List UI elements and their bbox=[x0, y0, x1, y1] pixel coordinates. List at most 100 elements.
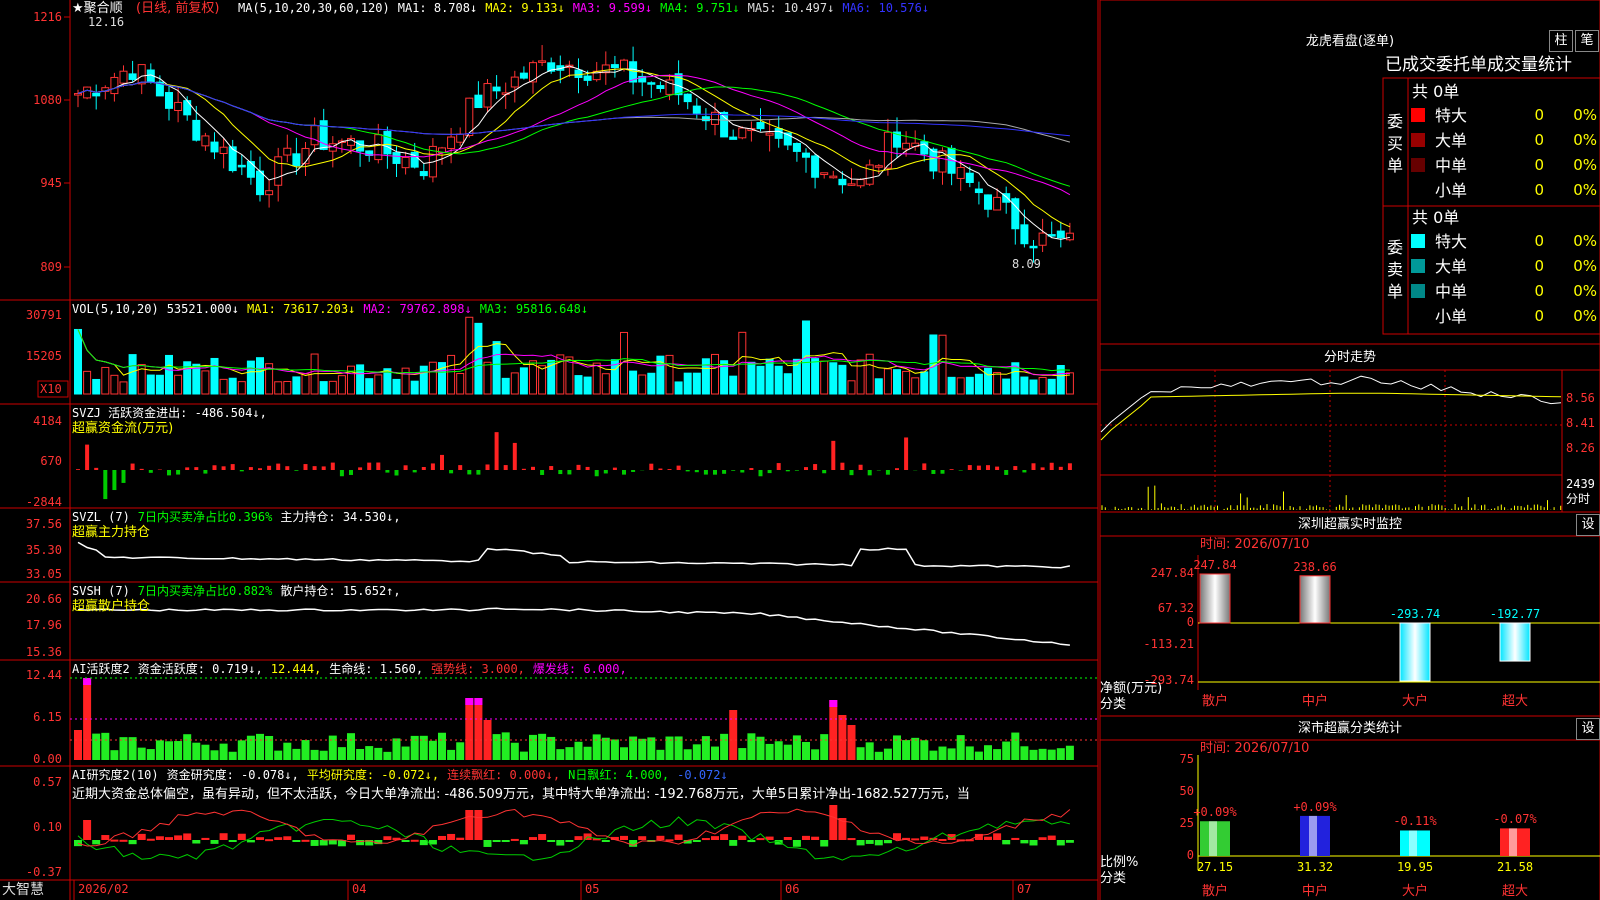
ai-activity-bar bbox=[474, 698, 483, 760]
sell-total: 共 0单 bbox=[1412, 208, 1460, 227]
sh-stats-category: 大户 bbox=[1401, 884, 1429, 899]
sell-row-count: 0 bbox=[1534, 232, 1544, 250]
ai-activity-bar bbox=[174, 741, 183, 760]
svzj-bar bbox=[485, 464, 490, 470]
svzj-bar bbox=[312, 466, 317, 470]
ai-research-bar bbox=[237, 833, 246, 840]
tick-mode-button[interactable]: 笔 bbox=[1575, 30, 1599, 52]
volume-bar bbox=[146, 374, 155, 395]
ai-activity-bar bbox=[1020, 746, 1029, 760]
candle-body bbox=[1020, 224, 1029, 245]
ai-research-bar bbox=[783, 836, 792, 840]
svzj-bar bbox=[713, 470, 717, 475]
svzj-bar bbox=[895, 468, 899, 470]
ai-activity-bar bbox=[720, 733, 729, 760]
volume-bar bbox=[347, 365, 355, 395]
date-axis-label: 07 bbox=[1017, 882, 1032, 896]
ai-activity-bar bbox=[792, 735, 801, 760]
sz-monitor-title: 深圳超赢实时监控 bbox=[1297, 517, 1403, 532]
ai-research-bar bbox=[883, 840, 892, 844]
ai-explode-marker bbox=[829, 700, 838, 707]
ai-activity-bar bbox=[711, 746, 719, 760]
svzj-bar bbox=[676, 465, 681, 470]
ai-activity-bar bbox=[865, 742, 874, 760]
ai-activity-bar bbox=[101, 732, 110, 760]
candle-body bbox=[319, 120, 328, 150]
volume-bar bbox=[674, 381, 683, 395]
svzj-bar bbox=[694, 470, 699, 473]
ai-activity-bar bbox=[347, 733, 355, 760]
svzj-bar bbox=[1031, 463, 1036, 470]
sh-stats-axis-label: 50 bbox=[1179, 784, 1194, 798]
svzj-bar bbox=[940, 470, 945, 474]
candle-body bbox=[456, 133, 465, 143]
candle-body bbox=[1038, 232, 1047, 246]
sell-row-pct: 0% bbox=[1573, 257, 1597, 275]
chart-canvas[interactable] bbox=[0, 0, 1600, 900]
candle-body bbox=[274, 156, 283, 186]
sz-monitor-category: 散户 bbox=[1201, 694, 1229, 709]
ma3-line bbox=[77, 74, 1071, 196]
volume-bar bbox=[419, 365, 428, 395]
svsh-legend-2: 散户持仓: 15.652↑, bbox=[280, 584, 401, 598]
volume-bar bbox=[319, 381, 328, 395]
sh-stats-settings-button[interactable]: 设 bbox=[1576, 718, 1600, 740]
candle-body bbox=[965, 172, 974, 183]
sz-monitor-bar bbox=[1499, 622, 1531, 662]
sh-stats-ylabel: 比例% bbox=[1100, 855, 1139, 870]
candle-body bbox=[956, 167, 965, 179]
ai-research-bar bbox=[820, 840, 829, 847]
ai-activity-bar bbox=[292, 748, 301, 760]
ai-activity-bar bbox=[319, 750, 328, 760]
buy-row-count: 0 bbox=[1534, 131, 1544, 149]
ai-research-bar bbox=[165, 837, 173, 840]
sell-row-swatch bbox=[1411, 284, 1425, 298]
svzj-title: 超赢资金流(万元) bbox=[72, 421, 174, 436]
svzj-bar bbox=[658, 468, 663, 470]
candle-body bbox=[574, 69, 583, 78]
ai-research-bar bbox=[383, 836, 392, 840]
ai-research-bar bbox=[146, 838, 155, 841]
svzj-bar bbox=[130, 463, 135, 470]
buy-row-count: 0 bbox=[1534, 156, 1544, 174]
svzj-bar bbox=[603, 470, 608, 474]
svzj-bar bbox=[467, 470, 472, 475]
ai-activity-bar bbox=[601, 737, 610, 760]
ai-activity-bar bbox=[274, 750, 283, 760]
svzj-bar bbox=[722, 470, 727, 474]
candle-body bbox=[510, 76, 519, 88]
candle-body bbox=[647, 82, 656, 85]
ai-activity-bar bbox=[811, 749, 820, 760]
ma4-line bbox=[77, 81, 1071, 187]
volume-bar bbox=[465, 316, 474, 395]
ai-research-bar bbox=[829, 805, 838, 840]
svzj-bar bbox=[403, 465, 408, 470]
svzl-axis-label: 37.56 bbox=[25, 517, 62, 531]
ai-research-bar bbox=[137, 833, 146, 840]
svzj-bar bbox=[958, 470, 963, 471]
volume-bar bbox=[356, 364, 365, 395]
candle-body bbox=[83, 86, 92, 99]
candle-body bbox=[474, 94, 483, 109]
dragon-title: 龙虎看盘(逐单) bbox=[1305, 34, 1395, 49]
volume-bar bbox=[501, 377, 510, 395]
sz-monitor-settings-button[interactable]: 设 bbox=[1576, 514, 1600, 536]
candle-body bbox=[219, 146, 228, 155]
buy-row-pct: 0% bbox=[1573, 131, 1597, 149]
date-axis-label: 05 bbox=[585, 882, 600, 896]
ai-activity-bar bbox=[538, 733, 547, 760]
vol-ma3-line bbox=[77, 329, 1070, 374]
brand-label: 大智慧 bbox=[2, 882, 44, 898]
candle-body bbox=[720, 111, 729, 138]
ma-legend-4: MA4: 9.751↓ bbox=[660, 1, 740, 15]
candle-body bbox=[483, 83, 492, 108]
svzj-bar bbox=[540, 470, 545, 475]
ai-activity-bar bbox=[565, 747, 574, 760]
sell-row-pct: 0% bbox=[1573, 282, 1597, 300]
svzj-bar bbox=[285, 466, 290, 470]
ai-research-bar bbox=[874, 840, 883, 846]
ai-activity-bar bbox=[1038, 748, 1047, 760]
svzj-bar bbox=[203, 470, 208, 474]
bar-mode-button[interactable]: 柱 bbox=[1549, 30, 1573, 52]
svzj-bar bbox=[221, 466, 226, 470]
